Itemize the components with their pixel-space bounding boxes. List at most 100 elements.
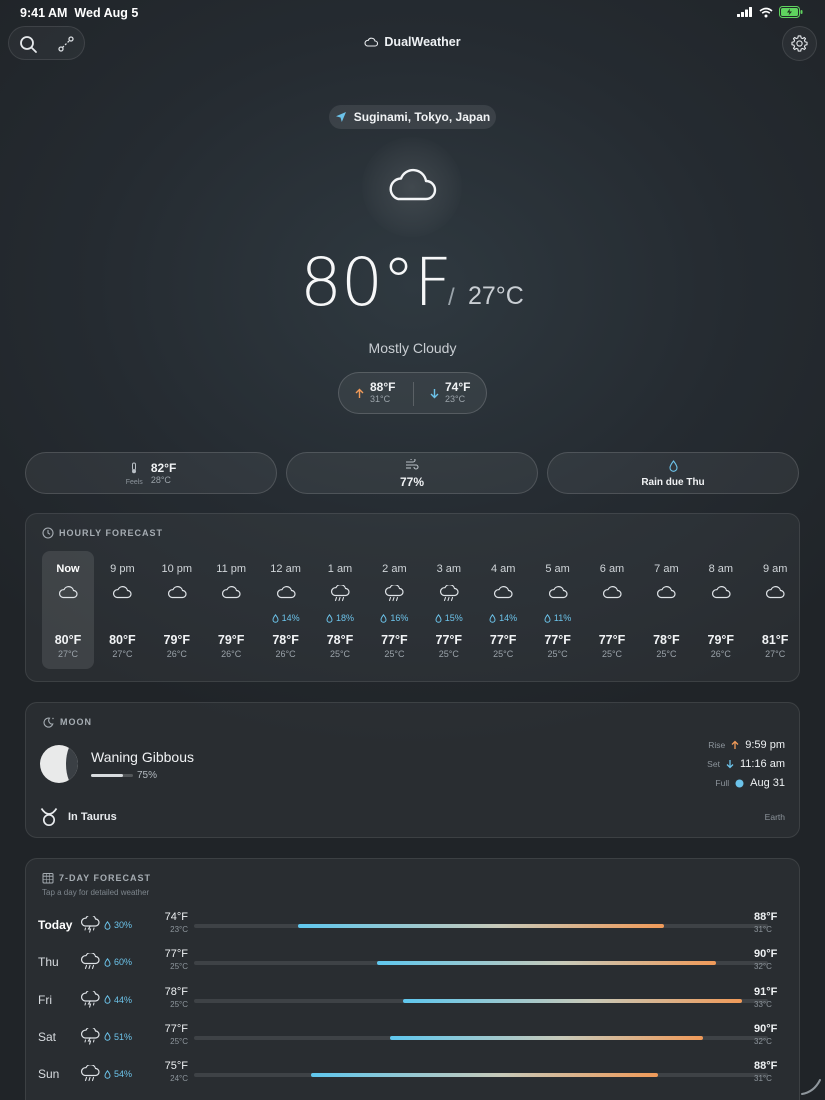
raindrop-icon — [380, 613, 387, 623]
hourly-item[interactable]: 12 am 14% 78°F 26°C — [260, 551, 312, 669]
low-temp: 74°F 23°C — [414, 373, 488, 413]
cloud-icon — [260, 585, 312, 599]
calendar-icon — [42, 873, 54, 884]
cloud-icon — [205, 585, 257, 599]
day-high: 90°F 32°C — [754, 1022, 778, 1046]
day-row[interactable]: Sun 54% 75°F 24°C 88°F 31°C — [38, 1057, 788, 1093]
hour-temp-celsius: 26°C — [275, 649, 296, 659]
hourly-item[interactable]: 6 am 77°F 25°C — [586, 551, 638, 669]
hour-temp-celsius: 27°C — [765, 649, 786, 659]
location-chip[interactable]: Suginami, Tokyo, Japan — [329, 105, 496, 129]
location-arrow-icon — [335, 112, 346, 122]
day-high: 88°F 31°C — [754, 911, 778, 934]
day-low: 78°F 25°C — [164, 985, 188, 1009]
hourly-item[interactable]: 9 pm 80°F 27°C — [96, 551, 148, 669]
day-row[interactable]: Sat 51% 77°F 25°C 90°F 32°C — [38, 1020, 788, 1056]
hour-label: 10 pm — [161, 563, 193, 575]
day-precip: 44% — [104, 995, 132, 1005]
scroll-indicator-icon — [801, 1079, 821, 1095]
settings-button[interactable] — [782, 26, 817, 61]
status-bar-icons — [737, 6, 803, 18]
hourly-item[interactable]: 3 am 15% 77°F 25°C — [423, 551, 475, 669]
current-condition: Mostly Cloudy — [368, 340, 457, 356]
hour-label: 9 am — [762, 563, 788, 575]
day-name: Today — [38, 918, 73, 932]
temp-separator: / — [448, 284, 455, 311]
moon-reference: Earth — [764, 812, 785, 822]
hour-temp-celsius: 25°C — [329, 649, 351, 659]
hour-temp-fahrenheit: 79°F — [163, 633, 191, 647]
hour-precip: 15% — [423, 613, 475, 623]
full-moon-dot-icon — [735, 779, 744, 787]
hour-temp-fahrenheit: 80°F — [109, 633, 136, 647]
hourly-item[interactable]: 7 am 78°F 25°C — [640, 551, 692, 669]
hour-temp-celsius: 25°C — [601, 649, 623, 659]
moon-card: MOON Waning Gibbous 75% Rise 9:59 pm Set… — [25, 702, 800, 838]
day-temp-range-bar — [376, 961, 716, 966]
thunderstorm-icon — [80, 989, 100, 1014]
humidity-pill[interactable]: 77% — [286, 452, 538, 494]
rain-cloud-icon — [80, 1064, 100, 1088]
thunderstorm-icon — [80, 914, 100, 939]
moonrise-row: Rise 9:59 pm — [708, 739, 785, 751]
day-temp-track — [194, 1073, 768, 1078]
cloud-icon — [749, 585, 801, 599]
feels-like-pill[interactable]: Feels 82°F 28°C — [25, 452, 277, 494]
hour-temp-fahrenheit: 77°F — [435, 633, 463, 647]
cloud-icon — [640, 585, 692, 599]
hour-label: 1 am — [327, 563, 353, 575]
hour-label: 9 pm — [110, 563, 135, 575]
hour-precip: 14% — [260, 613, 312, 623]
day-name: Thu — [38, 955, 59, 970]
hourly-item[interactable]: 10 pm 79°F 26°C — [151, 551, 203, 669]
hourly-item[interactable]: 9 am 81°F 27°C — [749, 551, 801, 669]
moon-illumination-fill — [91, 774, 123, 777]
hour-temp-fahrenheit: 77°F — [489, 633, 517, 647]
seven-day-subtitle: Tap a day for detailed weather — [42, 888, 150, 897]
hour-temp-fahrenheit: 78°F — [272, 633, 299, 647]
day-name: Sat — [38, 1029, 57, 1044]
hour-temp-fahrenheit: 79°F — [707, 633, 735, 647]
day-precip: 54% — [104, 1069, 132, 1079]
rain-cloud-icon — [314, 585, 366, 603]
hour-label: 12 am — [270, 563, 301, 575]
moon-constellation: In Taurus — [40, 807, 117, 827]
raindrop-icon — [104, 957, 111, 967]
hourly-item[interactable]: Now 80°F 27°C — [42, 551, 94, 669]
hourly-item[interactable]: 2 am 16% 77°F 25°C — [368, 551, 420, 669]
hour-temp-fahrenheit: 80°F — [54, 633, 82, 647]
app-title: DualWeather — [0, 35, 825, 49]
cloud-icon — [477, 585, 529, 599]
full-moon-row: Full Aug 31 — [715, 777, 785, 789]
moon-phase-disc — [40, 745, 78, 783]
rain-pill[interactable]: Rain due Thu — [547, 452, 799, 494]
day-temp-range-bar — [402, 998, 742, 1003]
hourly-item[interactable]: 8 am 79°F 26°C — [695, 551, 747, 669]
raindrop-icon — [104, 1032, 111, 1042]
moon-stars-icon — [43, 717, 54, 728]
hour-temp-celsius: 25°C — [384, 649, 405, 659]
moon-phase-name: Waning Gibbous — [91, 749, 194, 765]
hour-temp-celsius: 27°C — [112, 649, 133, 659]
hourly-item[interactable]: 5 am 11% 77°F 25°C — [532, 551, 584, 669]
day-temp-track — [194, 961, 768, 966]
hourly-item[interactable]: 4 am 14% 77°F 25°C — [477, 551, 529, 669]
battery-charging-icon — [779, 6, 803, 18]
hour-temp-celsius: 26°C — [166, 649, 187, 659]
hourly-item[interactable]: 1 am 18% 78°F 25°C — [314, 551, 366, 669]
hour-temp-celsius: 25°C — [438, 649, 459, 659]
arrow-down-icon — [430, 388, 439, 398]
day-temp-range-bar — [298, 924, 664, 928]
hour-label: 2 am — [382, 563, 407, 575]
day-row[interactable]: Thu 60% 77°F 25°C 90°F 32°C — [38, 945, 788, 981]
cloud-icon — [532, 585, 584, 599]
hour-label: 8 am — [708, 563, 734, 575]
hour-temp-fahrenheit: 77°F — [381, 633, 408, 647]
hour-temp-fahrenheit: 77°F — [598, 633, 626, 647]
day-row[interactable]: Fri 44% 78°F 25°C 91°F 33°C — [38, 983, 788, 1019]
day-row[interactable]: Today 30% 74°F 23°C 88°F 31°C — [38, 908, 788, 944]
hourly-item[interactable]: 11 pm 79°F 26°C — [205, 551, 257, 669]
hour-temp-celsius: 26°C — [221, 649, 242, 659]
status-bar-time: 9:41 AM Wed Aug 5 — [20, 6, 139, 20]
day-precip: 51% — [104, 1032, 132, 1042]
